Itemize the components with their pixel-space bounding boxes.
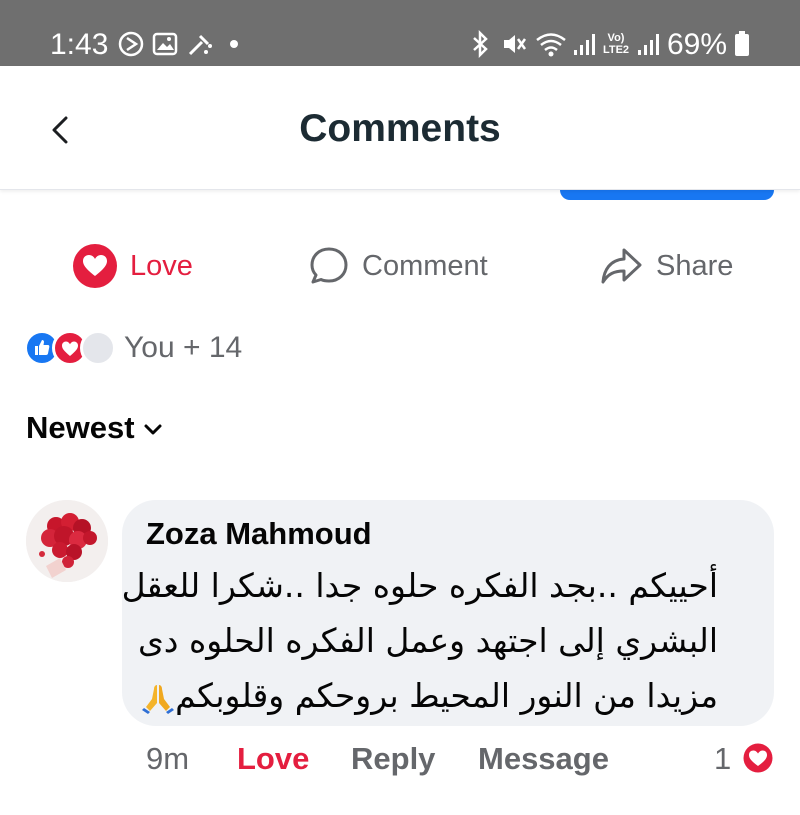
comment-timestamp: 9m — [146, 741, 190, 776]
chevron-down-icon — [144, 424, 162, 435]
signal-bars-icon — [574, 34, 595, 55]
signal-bars-icon-2 — [638, 34, 659, 55]
comments-header: Comments — [0, 66, 800, 190]
comment-reply-button[interactable]: Reply — [351, 740, 435, 778]
signal-tools-icon — [188, 34, 212, 56]
battery-percent: 69% — [667, 28, 728, 61]
notification-dot — [230, 40, 238, 48]
comment-button[interactable]: Comment — [308, 236, 488, 296]
love-reaction-icon — [73, 244, 117, 288]
reaction-count: You + 14 — [124, 331, 243, 364]
comment-message-button[interactable]: Message — [478, 740, 609, 778]
rose-heart-avatar-image — [26, 500, 108, 582]
share-button[interactable]: Share — [600, 236, 733, 296]
page-title: Comments — [299, 107, 501, 150]
status-bar: 1:43 Vo) LTE2 69% — [0, 0, 800, 66]
comment-text: أحييكم ..بجد الفكره حلوه جدا ..شكرا للعق… — [118, 558, 718, 723]
network-type-label: Vo) LTE2 — [602, 32, 630, 56]
care-icon — [80, 330, 116, 366]
comment-icon — [310, 247, 348, 284]
comment-bubble[interactable]: Zoza Mahmoud أحييكم ..بجد الفكره حلوه جد… — [122, 500, 774, 726]
comment-button-label: Comment — [362, 250, 488, 282]
gallery-icon — [152, 32, 178, 56]
comment-love-reaction-icon[interactable] — [740, 740, 776, 776]
share-icon — [601, 248, 642, 284]
comment-line-2: البشري إلى اجتهد وعمل الفكره الحلوه دى — [137, 621, 718, 660]
avatar[interactable] — [26, 500, 108, 582]
comment-sort-dropdown[interactable]: Newest — [26, 410, 163, 446]
bluetooth-icon — [473, 30, 488, 58]
folded-hands-icon — [142, 684, 175, 714]
love-button[interactable]: Love — [72, 236, 193, 296]
comment-reaction-count[interactable]: 1 — [714, 740, 731, 778]
comment-meta-row: 9m Love Reply Message 1 — [146, 738, 786, 782]
love-button-label: Love — [130, 250, 193, 282]
media-playing-icon — [118, 31, 144, 57]
comment-line-3: مزيدا من النور المحيط بروحكم وقلوبكم — [175, 676, 718, 715]
comment-line-1: أحييكم ..بجد الفكره حلوه جدا ..شكرا للعق… — [121, 566, 718, 605]
post-actions-bar: Love Comment Share — [0, 236, 800, 296]
comment-line-3-wrap: مزيدا من النور المحيط بروحكم وقلوبكم — [118, 668, 718, 723]
comment-author[interactable]: Zoza Mahmoud — [146, 516, 372, 552]
comment-love-button[interactable]: Love — [237, 740, 309, 778]
sort-label: Newest — [26, 410, 135, 445]
mute-icon — [504, 35, 527, 53]
wifi-icon — [536, 33, 566, 57]
status-time: 1:43 — [50, 28, 109, 61]
battery-icon — [735, 31, 749, 56]
reactions-summary[interactable]: You + 14 — [24, 328, 242, 368]
share-button-label: Share — [656, 250, 734, 282]
